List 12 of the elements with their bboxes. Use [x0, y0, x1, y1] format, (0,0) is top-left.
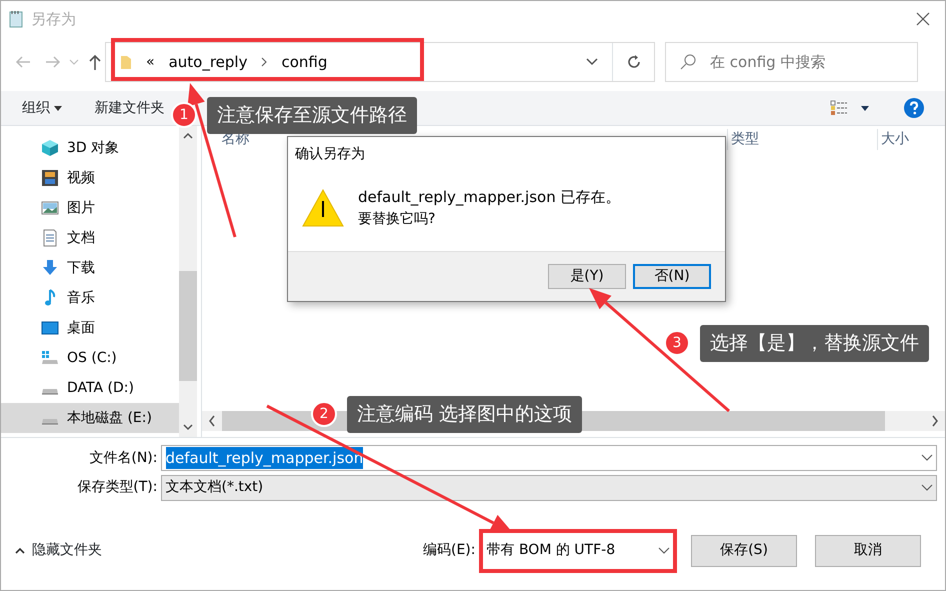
annotation-tooltip: 注意编码 选择图中的这项	[347, 396, 582, 432]
annotation-tooltip: 选择【是】，替换源文件	[700, 325, 929, 362]
field-label: 保存类型(T):	[76, 478, 158, 497]
step-badge: 3	[664, 330, 690, 356]
annotation-tooltip: 注意保存至源文件路径	[207, 97, 417, 134]
step-badge: 2	[311, 401, 337, 428]
dialog-title: 确认另存为	[294, 145, 366, 164]
field-label: 编码(E):	[423, 541, 476, 560]
window-title: 另存为	[31, 8, 76, 30]
dialog-message: default_reply_mapper.json 已存在。	[358, 187, 620, 208]
field-label: 文件名(N):	[88, 448, 158, 468]
dialog-question: 要替换它吗?	[358, 210, 436, 229]
